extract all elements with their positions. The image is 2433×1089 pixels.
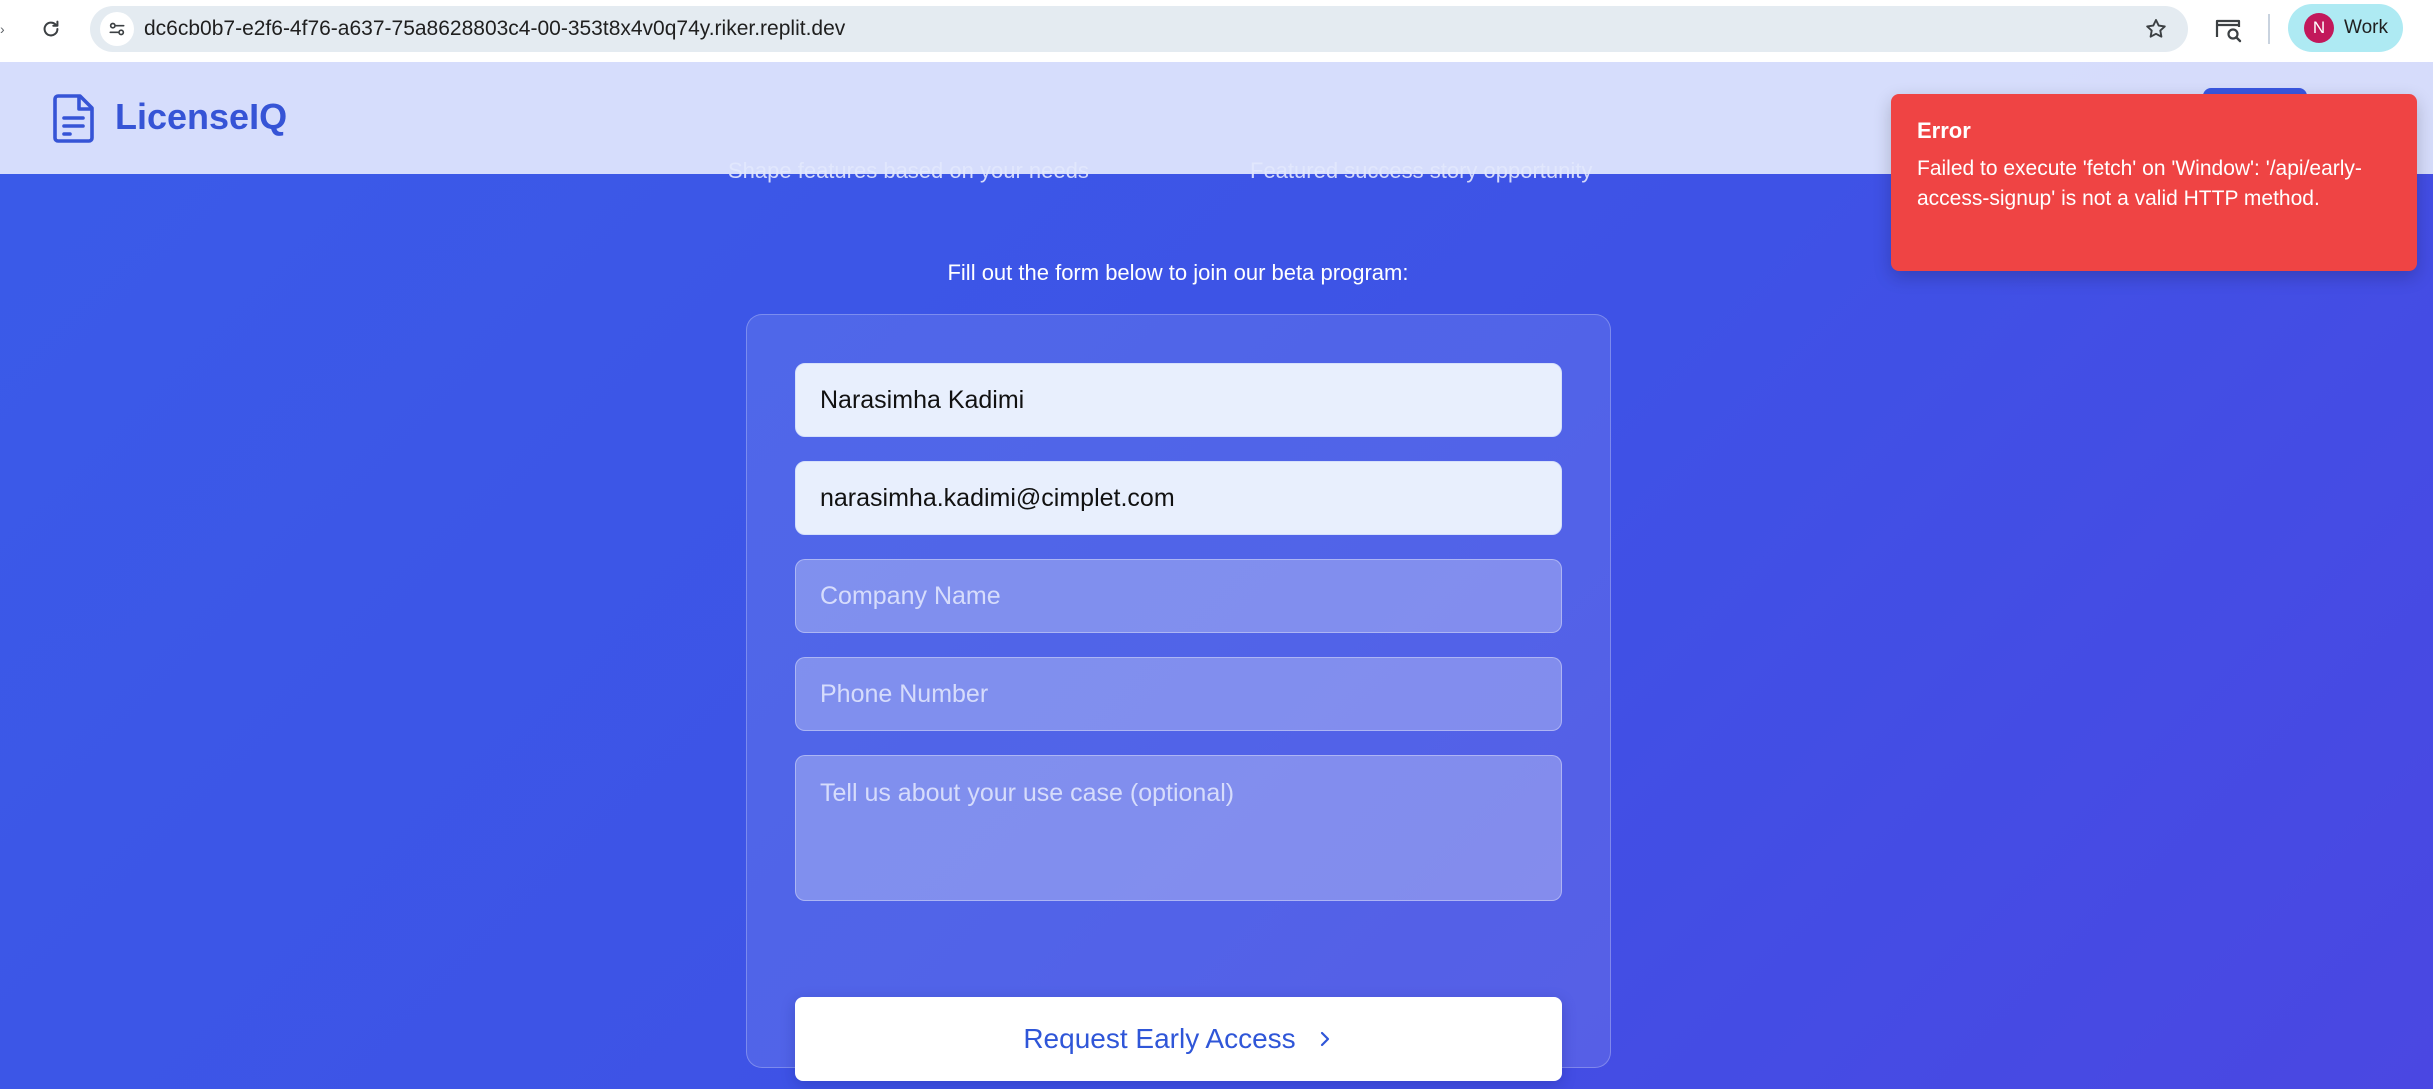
brand-name[interactable]: LicenseIQ	[115, 96, 287, 138]
error-toast[interactable]: Error Failed to execute 'fetch' on 'Wind…	[1891, 94, 2417, 271]
reload-icon	[43, 20, 59, 37]
profile-label: Work	[2344, 17, 2388, 38]
url-text[interactable]: dc6cb0b7-e2f6-4f76-a637-75a8628803c4-00-…	[144, 6, 845, 52]
name-field[interactable]	[795, 363, 1562, 437]
phone-field[interactable]	[795, 657, 1562, 731]
back-arrow-icon[interactable]: ›	[0, 22, 8, 36]
profile-button[interactable]: N Work	[2288, 4, 2403, 52]
avatar: N	[2304, 13, 2334, 43]
use-case-field[interactable]	[795, 755, 1562, 901]
bookmark-star-icon	[2146, 19, 2166, 38]
request-access-button[interactable]: Request Early Access	[795, 997, 1562, 1081]
tab-search-icon	[2215, 19, 2242, 43]
bookmark-button[interactable]	[2142, 15, 2170, 43]
toast-message: Failed to execute 'fetch' on 'Window': '…	[1917, 157, 2362, 210]
request-access-label: Request Early Access	[1023, 1023, 1296, 1054]
email-field[interactable]	[795, 461, 1562, 535]
reload-button[interactable]	[36, 14, 66, 44]
signup-form: Request Early Access	[746, 314, 1611, 1081]
company-field[interactable]	[795, 559, 1562, 633]
document-icon[interactable]	[52, 92, 96, 144]
browser-toolbar: › dc6cb0b7-e2f6-4f76-a637-75a8628803c4-0…	[0, 0, 2433, 62]
site-info-button[interactable]	[100, 12, 134, 46]
toolbar-divider	[2268, 14, 2270, 44]
address-bar[interactable]: dc6cb0b7-e2f6-4f76-a637-75a8628803c4-00-…	[90, 6, 2188, 52]
tab-search-button[interactable]	[2212, 14, 2246, 46]
chevron-right-icon	[1320, 1031, 1329, 1047]
toast-title: Error	[1917, 118, 1971, 143]
site-info-icon	[109, 22, 125, 36]
